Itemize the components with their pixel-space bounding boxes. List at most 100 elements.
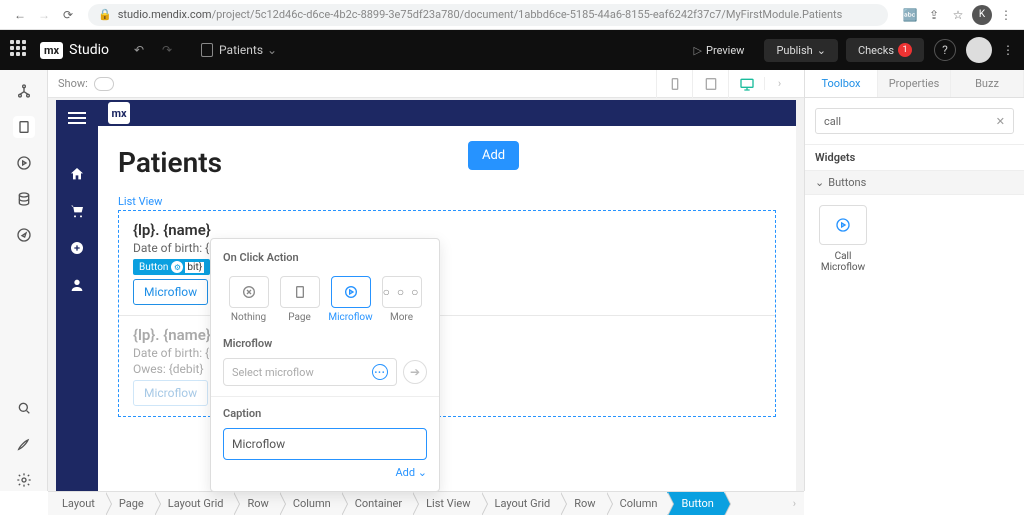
button-widget-tag[interactable]: Button⚙bit} <box>133 259 210 275</box>
action-microflow[interactable]: Microflow <box>325 272 376 327</box>
apps-grid-icon[interactable] <box>10 40 30 60</box>
ellipsis-icon[interactable]: ••• <box>372 364 388 380</box>
preview-label: Preview <box>706 44 744 57</box>
on-click-action-popover: On Click Action Nothing Page Microflow ○… <box>210 238 440 492</box>
microflow-placeholder: Select microflow <box>232 366 314 379</box>
caption-input[interactable] <box>223 428 427 460</box>
breadcrumb-item[interactable]: Button <box>667 492 723 515</box>
chevron-down-icon: ⌄ <box>267 43 277 57</box>
person-icon[interactable] <box>69 277 85 296</box>
widget-call-microflow[interactable]: Call Microflow <box>815 205 871 273</box>
play-circle-icon <box>331 276 371 308</box>
checks-button[interactable]: Checks1 <box>846 38 924 62</box>
action-label: Page <box>288 312 311 323</box>
help-button[interactable]: ? <box>934 39 956 61</box>
breadcrumb-item[interactable]: Column <box>606 492 668 515</box>
page-icon <box>201 43 213 57</box>
breadcrumb-item[interactable]: Page <box>105 492 154 515</box>
breadcrumb-item[interactable]: Column <box>279 492 341 515</box>
breadcrumb-overflow[interactable]: › <box>785 497 804 510</box>
tab-buzz[interactable]: Buzz <box>951 70 1024 97</box>
device-tablet[interactable] <box>692 70 728 98</box>
search-icon[interactable] <box>13 397 35 419</box>
pages-icon[interactable] <box>13 116 35 138</box>
settings-icon[interactable] <box>13 469 35 491</box>
chevron-down-icon: ⌄ <box>815 176 824 189</box>
action-page[interactable]: Page <box>274 272 325 327</box>
button-tag-suffix: bit} <box>185 262 204 273</box>
publish-button[interactable]: Publish⌄ <box>764 39 837 62</box>
profile-avatar[interactable]: K <box>972 5 992 25</box>
play-circle-icon[interactable] <box>13 152 35 174</box>
hierarchy-icon[interactable] <box>13 80 35 102</box>
cancel-circle-icon <box>229 276 269 308</box>
brush-icon[interactable] <box>13 433 35 455</box>
breadcrumb-item[interactable]: Layout Grid <box>481 492 561 515</box>
tab-properties[interactable]: Properties <box>878 70 951 97</box>
onclick-section-label: On Click Action <box>223 251 427 264</box>
url-host: studio.mendix.com <box>118 8 212 21</box>
page-title: Patients <box>118 146 776 179</box>
tab-toolbox[interactable]: Toolbox <box>805 70 878 97</box>
star-icon[interactable]: ☆ <box>948 5 968 25</box>
preview-button[interactable]: ▷Preview <box>682 39 757 62</box>
breadcrumb-item[interactable]: List View <box>412 492 480 515</box>
action-label: Nothing <box>231 312 266 323</box>
goto-microflow-button[interactable]: ➔ <box>403 360 427 384</box>
menu-dots-icon[interactable]: ⋮ <box>996 5 1016 25</box>
gear-icon[interactable]: ⚙ <box>171 261 183 273</box>
widgets-heading: Widgets <box>805 144 1024 170</box>
breadcrumb-item[interactable]: Layout <box>48 492 105 515</box>
document-selector[interactable]: Patients ⌄ <box>201 43 277 57</box>
toolbox-search[interactable]: call ✕ <box>815 108 1014 134</box>
action-label: More <box>390 312 413 323</box>
breadcrumb-item[interactable]: Layout Grid <box>154 492 234 515</box>
page-icon <box>280 276 320 308</box>
show-label: Show: <box>58 77 88 90</box>
device-phone[interactable] <box>656 70 692 98</box>
chevron-down-icon: ⌄ <box>817 44 826 57</box>
device-desktop[interactable] <box>728 70 764 98</box>
hamburger-icon[interactable] <box>68 112 86 124</box>
cart-icon[interactable] <box>69 203 85 222</box>
play-circle-icon <box>819 205 867 245</box>
right-panel: Toolbox Properties Buzz call ✕ Widgets ⌄… <box>804 70 1024 491</box>
button-tag-label: Button <box>139 262 168 273</box>
microflow-button[interactable]: Microflow <box>133 279 208 305</box>
redo-button[interactable]: ↷ <box>153 36 181 64</box>
mendix-logo: mx <box>40 42 63 59</box>
clear-search-icon[interactable]: ✕ <box>996 115 1005 128</box>
right-panel-tabs: Toolbox Properties Buzz <box>805 70 1024 98</box>
app-topbar: mx <box>98 100 796 126</box>
url-path: /project/5c12d46c-d6ce-4b2c-8899-3e75df2… <box>212 8 843 21</box>
chevron-down-icon: ⌄ <box>418 466 427 479</box>
back-button[interactable]: ← <box>8 3 32 27</box>
forward-button[interactable]: → <box>32 3 56 27</box>
buttons-group-header[interactable]: ⌄Buttons <box>805 170 1024 195</box>
compass-icon[interactable] <box>13 224 35 246</box>
share-icon[interactable]: ⇪ <box>924 5 944 25</box>
item-name: {lp}. {name} <box>133 221 761 239</box>
database-icon[interactable] <box>13 188 35 210</box>
add-button[interactable]: Add <box>468 141 519 170</box>
home-icon[interactable] <box>69 166 85 185</box>
visibility-toggle[interactable] <box>94 77 114 91</box>
microflow-select[interactable]: Select microflow ••• <box>223 358 397 386</box>
reload-button[interactable]: ⟳ <box>56 3 80 27</box>
translate-icon[interactable]: 🔤 <box>900 5 920 25</box>
microflow-button[interactable]: Microflow <box>133 380 208 406</box>
more-menu-icon[interactable]: ⋮ <box>1002 43 1014 57</box>
address-bar[interactable]: 🔒 studio.mendix.com/project/5c12d46c-d6c… <box>88 4 888 26</box>
search-value: call <box>824 115 841 128</box>
add-circle-icon[interactable] <box>69 240 85 259</box>
checks-badge: 1 <box>898 43 912 57</box>
show-more-chevron[interactable]: › <box>764 77 794 90</box>
action-nothing[interactable]: Nothing <box>223 272 274 327</box>
caption-add-link[interactable]: Add ⌄ <box>223 466 427 479</box>
user-avatar[interactable] <box>966 37 992 63</box>
browser-toolbar: ← → ⟳ 🔒 studio.mendix.com/project/5c12d4… <box>0 0 1024 30</box>
breadcrumb-item[interactable]: Container <box>341 492 412 515</box>
undo-button[interactable]: ↶ <box>125 36 153 64</box>
add-label: Add <box>395 466 415 479</box>
action-more[interactable]: ○ ○ ○ More <box>376 272 427 327</box>
